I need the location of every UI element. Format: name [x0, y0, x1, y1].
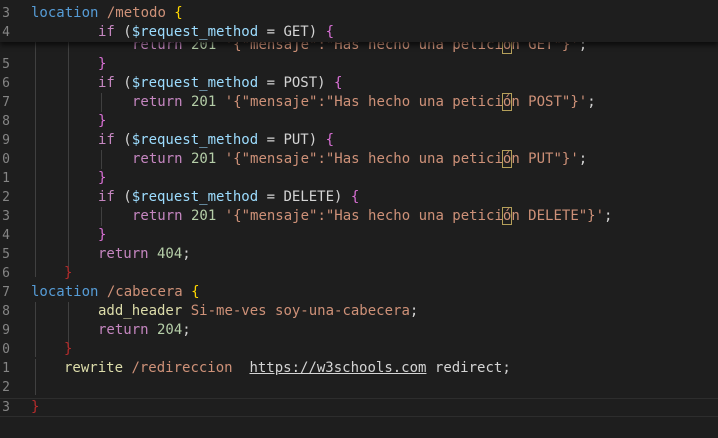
- location-path: /cabecera: [98, 284, 192, 300]
- return-keyword: return: [98, 322, 149, 338]
- code-line: return 204;: [98, 321, 191, 340]
- line-number: 4: [2, 25, 10, 40]
- response-string: '{"mensaje":"Has hecho una petici: [224, 208, 503, 224]
- code-line: }: [98, 226, 106, 245]
- code-line: return 201 '{"mensaje":"Has hecho una pe…: [132, 150, 587, 169]
- variable: $request_method: [131, 75, 259, 91]
- variable: $request_method: [131, 132, 259, 148]
- paren: (: [114, 75, 132, 91]
- indent-guide: [35, 42, 36, 277]
- code-line: return 404;: [98, 245, 191, 264]
- location-keyword: location: [31, 5, 99, 21]
- paren: (: [114, 132, 132, 148]
- condition: = DELETE): [258, 189, 351, 205]
- status-code: 404: [148, 246, 183, 262]
- closing-brace: }: [64, 265, 73, 281]
- url-link[interactable]: https://w3schools.com: [249, 360, 426, 376]
- code-line: }: [31, 398, 39, 417]
- condition: = GET): [258, 24, 326, 40]
- return-keyword: return: [132, 94, 183, 110]
- indent-guide: [68, 42, 69, 267]
- semicolon: ;: [409, 303, 419, 319]
- rewrite-path: /redireccion: [123, 360, 250, 376]
- condition: = PUT): [258, 132, 326, 148]
- semicolon: ;: [502, 360, 511, 376]
- semicolon: ;: [604, 208, 613, 224]
- line-number: 3: [2, 6, 10, 21]
- semicolon: ;: [587, 94, 596, 110]
- condition: = POST): [258, 75, 335, 91]
- directive: rewrite: [64, 360, 124, 376]
- if-keyword: if: [98, 189, 115, 205]
- opening-brace: {: [334, 75, 343, 91]
- if-keyword: if: [98, 24, 115, 40]
- code-line: }: [98, 112, 106, 131]
- semicolon: ;: [578, 151, 588, 167]
- code-line: }: [64, 264, 72, 283]
- closing-brace: }: [98, 113, 107, 129]
- response-string: n DELETE"}': [511, 208, 605, 224]
- code-line: rewrite /redireccion https://w3schools.c…: [64, 359, 511, 378]
- semicolon: ;: [182, 322, 191, 338]
- indent-guide: [35, 302, 36, 357]
- return-keyword: return: [98, 246, 149, 262]
- variable: $request_method: [131, 24, 259, 40]
- if-keyword: if: [98, 75, 115, 91]
- paren: (: [114, 24, 132, 40]
- rewrite-flag: redirect: [426, 360, 503, 376]
- header-value: Si-me-ves soy-una-cabecera: [182, 303, 410, 319]
- code-line: if ($request_method = PUT) {: [98, 131, 334, 150]
- opening-brace: {: [325, 132, 335, 148]
- code-line: if ($request_method = DELETE) {: [98, 188, 359, 207]
- return-keyword: return: [132, 151, 183, 167]
- code-line: }: [64, 340, 72, 359]
- code-line: add_header Si-me-ves soy-una-cabecera;: [98, 302, 418, 321]
- status-code: 201: [182, 208, 225, 224]
- sticky-line[interactable]: if ($request_method = GET) {: [98, 23, 334, 42]
- closing-brace: }: [64, 341, 73, 357]
- indent-guide: [35, 359, 36, 395]
- code-line: location /cabecera {: [31, 283, 200, 302]
- semicolon: ;: [182, 246, 191, 262]
- sticky-line[interactable]: location /metodo {: [31, 4, 183, 23]
- closing-brace: }: [98, 170, 107, 186]
- response-string: n PUT"}': [511, 151, 579, 167]
- opening-brace: {: [325, 24, 335, 40]
- status-code: 201: [182, 151, 225, 167]
- closing-brace: }: [31, 399, 40, 415]
- opening-brace: {: [174, 5, 183, 21]
- return-keyword: return: [132, 208, 183, 224]
- closing-brace: }: [98, 56, 107, 72]
- response-string: n POST"}': [511, 94, 588, 110]
- indent-guide: [101, 93, 102, 112]
- status-code: 201: [182, 94, 225, 110]
- code-line: }: [98, 169, 106, 188]
- code-line: return 201 '{"mensaje":"Has hecho una pe…: [132, 207, 612, 226]
- closing-brace: }: [98, 227, 107, 243]
- if-keyword: if: [98, 132, 115, 148]
- response-string: '{"mensaje":"Has hecho una petici: [224, 94, 503, 110]
- code-line: if ($request_method = POST) {: [98, 74, 342, 93]
- code-line: return 201 '{"mensaje":"Has hecho una pe…: [132, 93, 596, 112]
- code-editor[interactable]: return 201 '{"mensaje":"Has hecho una pe…: [0, 0, 718, 438]
- variable: $request_method: [131, 189, 259, 205]
- directive: add_header: [98, 303, 183, 319]
- code-line: }: [98, 55, 106, 74]
- status-code: 204: [148, 322, 183, 338]
- opening-brace: {: [350, 189, 360, 205]
- location-path: /metodo: [98, 5, 175, 21]
- indent-guide: [101, 207, 102, 226]
- location-keyword: location: [31, 284, 99, 300]
- paren: (: [114, 189, 132, 205]
- sticky-scroll-header[interactable]: 3 4 location /metodo { if ($request_meth…: [0, 0, 718, 42]
- opening-brace: {: [191, 284, 200, 300]
- indent-guide: [101, 150, 102, 169]
- current-line-highlight: [0, 398, 718, 417]
- response-string: '{"mensaje":"Has hecho una petici: [224, 151, 503, 167]
